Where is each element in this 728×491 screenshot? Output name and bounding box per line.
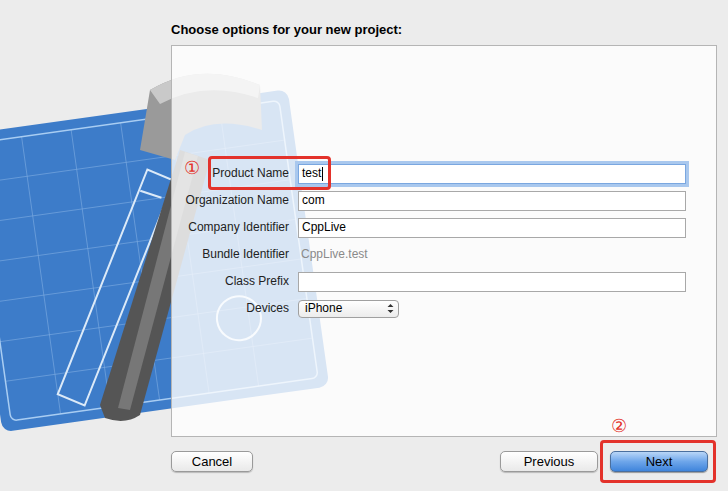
annotation-number: ② bbox=[611, 415, 627, 437]
next-button[interactable]: Next bbox=[610, 451, 708, 472]
field-label: Devices bbox=[172, 301, 289, 316]
field-cell: com bbox=[298, 187, 686, 214]
field-value: test bbox=[302, 166, 321, 181]
text-field[interactable]: CppLive bbox=[298, 218, 686, 238]
new-project-dialog: Choose options for your new project: Pro… bbox=[0, 0, 728, 491]
field-cell: CppLive bbox=[298, 214, 686, 241]
dialog-content: Choose options for your new project: Pro… bbox=[0, 0, 728, 472]
field-value: com bbox=[302, 193, 325, 208]
field-label: Class Prefix bbox=[172, 274, 289, 289]
static-value: CppLive.test bbox=[298, 247, 371, 262]
annotation-box bbox=[600, 440, 716, 483]
select-arrows-icon bbox=[387, 303, 394, 314]
devices-select[interactable]: iPhone bbox=[298, 300, 399, 318]
field-cell: iPhone bbox=[298, 295, 686, 322]
text-field[interactable]: com bbox=[298, 191, 686, 211]
previous-button[interactable]: Previous bbox=[500, 451, 598, 472]
annotation-box bbox=[208, 156, 331, 190]
select-value: iPhone bbox=[305, 301, 342, 316]
options-form: Product NametestOrganization NamecomComp… bbox=[172, 160, 716, 322]
cancel-button[interactable]: Cancel bbox=[171, 451, 253, 472]
annotation-number: ① bbox=[184, 157, 200, 179]
field-label: Bundle Identifier bbox=[172, 247, 289, 262]
button-row: Cancel Previous Next bbox=[171, 451, 708, 472]
field-value: CppLive bbox=[302, 220, 346, 235]
field-cell bbox=[298, 268, 686, 295]
text-field[interactable]: test bbox=[298, 164, 686, 184]
text-cursor bbox=[322, 167, 323, 181]
field-label: Company Identifier bbox=[172, 220, 289, 235]
field-cell: test bbox=[298, 160, 686, 187]
text-field[interactable] bbox=[298, 272, 686, 292]
field-cell: CppLive.test bbox=[298, 241, 686, 268]
field-label: Organization Name bbox=[172, 193, 289, 208]
dialog-title: Choose options for your new project: bbox=[171, 22, 728, 38]
options-panel: Product NametestOrganization NamecomComp… bbox=[171, 45, 717, 437]
